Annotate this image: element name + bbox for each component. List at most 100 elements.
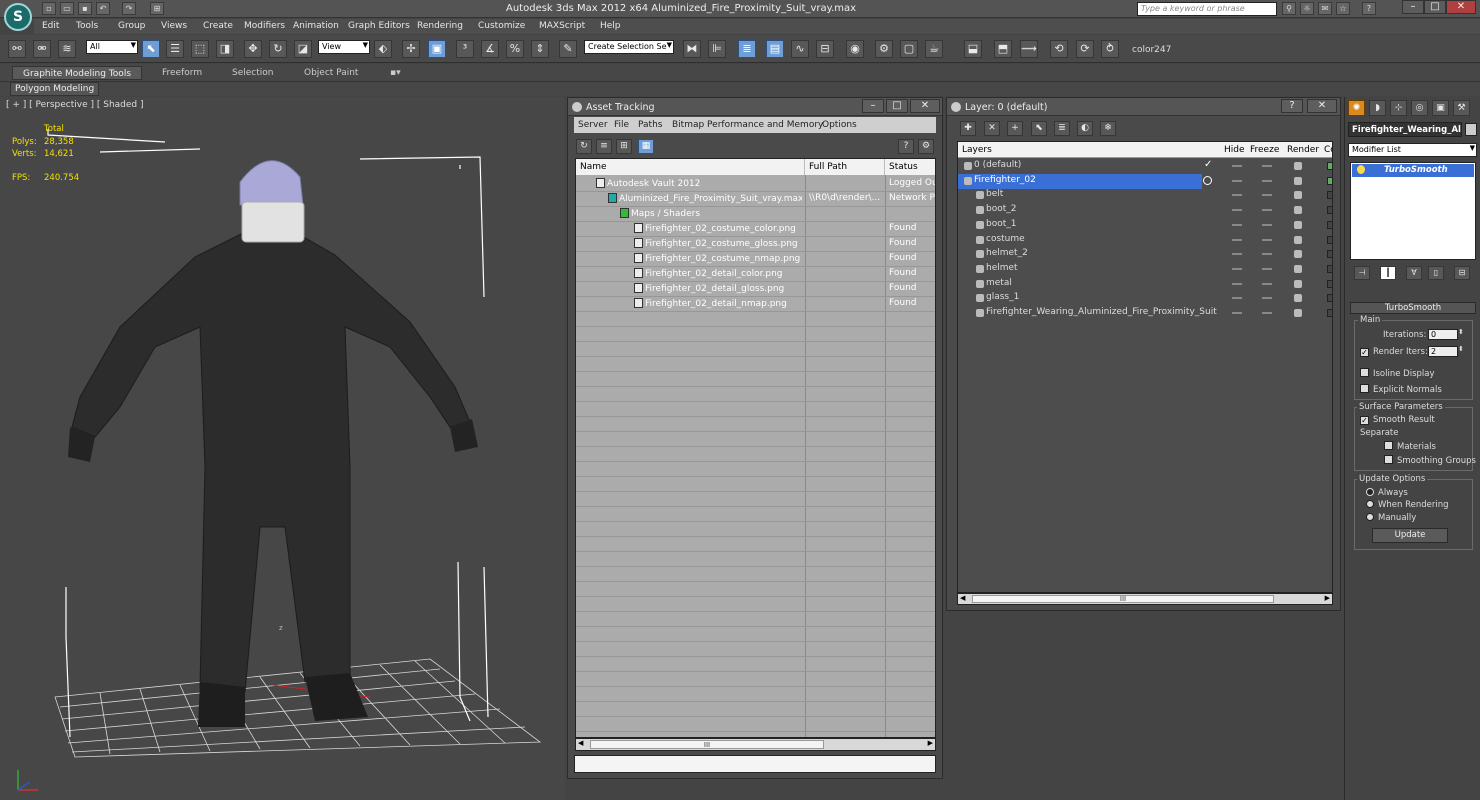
curve-editor-icon[interactable]: ∿ [791,40,809,58]
when-rendering-row[interactable]: When Rendering [1366,500,1449,510]
table-row[interactable]: Firefighter_02_costume_color.png Found [576,222,935,237]
menu-rendering[interactable]: Rendering [417,21,463,31]
iterations-spinner-arrows[interactable]: ⬍ [1458,328,1464,336]
plugin-tool-2-icon[interactable]: ⬒ [994,40,1012,58]
when-rendering-radio[interactable] [1366,500,1374,508]
project-folder-icon[interactable]: ⊞ [150,2,164,15]
layer-row[interactable]: helmet_2 [958,247,1332,262]
column-header-name[interactable]: Name [576,159,805,175]
scroll-left-icon[interactable]: ◀ [960,594,965,602]
at-menu-server[interactable]: Server [578,120,608,130]
smooth-result-row[interactable]: ✓ Smooth Result [1360,415,1435,425]
menu-maxscript[interactable]: MAXScript [539,21,585,31]
tab-graphite-modeling-tools[interactable]: Graphite Modeling Tools [12,66,143,80]
render-toggle[interactable] [1294,206,1302,215]
column-header-status[interactable]: Status [885,159,935,175]
render-iters-checkbox[interactable]: ✓ [1360,348,1369,357]
color-swatch[interactable] [1327,220,1332,229]
unlink-icon[interactable]: ⚮ [33,40,51,58]
modifier-stack[interactable]: TurboSmooth [1350,162,1476,260]
at-menu-file[interactable]: File [614,120,629,130]
rect-selection-icon[interactable]: ⬚ [191,40,209,58]
layer-row[interactable]: glass_1 [958,291,1332,306]
render-setup-icon[interactable]: ⚙ [875,40,893,58]
turbosmooth-rollout-header[interactable]: TurboSmooth [1350,302,1476,314]
minimize-icon[interactable]: – [862,99,884,113]
undo-icon[interactable]: ↶ [96,2,110,15]
freeze-toggle[interactable] [1262,282,1272,285]
render-iters-spinner-arrows[interactable]: ⬍ [1458,345,1464,353]
asset-path-field[interactable] [574,755,936,773]
table-row[interactable]: Autodesk Vault 2012 Logged Out [576,177,935,192]
layer-row[interactable]: boot_2 [958,203,1332,218]
viewport-label[interactable]: [ + ] [ Perspective ] [ Shaded ] [6,100,144,110]
freeze-all-icon[interactable]: ❄ [1100,121,1116,136]
asset-table-scrollbar[interactable]: ◀ III ▶ [575,738,936,751]
render-toggle[interactable] [1294,191,1302,200]
create-layer-icon[interactable]: ✚ [960,121,976,136]
table-view-icon[interactable]: ▦ [638,139,654,154]
plugin-tool-3-icon[interactable]: ⟿ [1020,40,1038,58]
isoline-row[interactable]: Isoline Display [1360,368,1435,379]
smoothing-groups-checkbox[interactable] [1384,455,1393,464]
layer-row[interactable]: Firefighter_Wearing_Aluminized_Fire_Prox… [958,306,1332,321]
close-icon[interactable]: ✕ [910,99,940,113]
table-row[interactable]: Firefighter_02_detail_gloss.png Found [576,282,935,297]
search-input[interactable]: Type a keyword or phrase [1137,2,1277,16]
layer-row[interactable]: Firefighter_02 [958,173,1202,189]
table-row[interactable]: Firefighter_02_detail_nmap.png Found [576,297,935,312]
vault-help-icon[interactable]: ? [898,139,914,154]
plugin-tool-5-icon[interactable]: ⟳ [1076,40,1094,58]
render-toggle[interactable] [1294,162,1302,170]
select-manipulate-icon[interactable]: ✢ [402,40,420,58]
object-name-field[interactable]: Firefighter_Wearing_Alu [1348,122,1462,137]
align-icon[interactable]: ⊫ [708,40,726,58]
keyboard-shortcut-icon[interactable]: ▣ [428,40,446,58]
isoline-checkbox[interactable] [1360,368,1369,377]
hide-toggle[interactable] [1232,179,1242,182]
layer-list-scrollbar[interactable]: ◀ III ▶ [957,593,1333,605]
table-row[interactable]: Firefighter_02_costume_nmap.png Found [576,252,935,267]
menu-create[interactable]: Create [203,21,233,31]
scroll-thumb[interactable]: III [972,595,1274,603]
materials-row[interactable]: Materials [1384,441,1436,452]
layer-list[interactable]: Layers Hide Freeze Render Col 0 (default… [957,141,1333,593]
save-icon[interactable]: ▪ [78,2,92,15]
snaps-toggle-icon[interactable]: ³ [456,40,474,58]
window-crossing-icon[interactable]: ◨ [216,40,234,58]
new-icon[interactable]: ▫ [42,2,56,15]
bind-spacewarp-icon[interactable]: ≋ [58,40,76,58]
close-icon[interactable]: ✕ [1446,0,1476,14]
modifier-stack-item[interactable]: TurboSmooth [1352,164,1474,177]
edit-named-selection-icon[interactable]: ✎ [559,40,577,58]
refresh-icon[interactable]: ↻ [576,139,592,154]
list-view-icon[interactable]: ≡ [596,139,612,154]
color-swatch[interactable] [1327,309,1332,317]
scale-icon[interactable]: ◪ [294,40,312,58]
layer-row[interactable]: boot_1 [958,218,1332,233]
hide-toggle[interactable] [1232,238,1242,241]
color-swatch[interactable] [1327,191,1332,200]
freeze-toggle[interactable] [1262,253,1272,256]
freeze-toggle[interactable] [1262,209,1272,212]
explicit-normals-row[interactable]: Explicit Normals [1360,384,1442,395]
vault-settings-icon[interactable]: ⚙ [918,139,934,154]
tab-selection[interactable]: Selection [222,66,283,80]
render-toggle[interactable] [1294,294,1302,303]
hide-toggle[interactable] [1232,282,1242,285]
render-iters-spinner[interactable]: 2 [1428,346,1458,357]
polygon-modeling-panel[interactable]: Polygon Modeling [10,82,100,96]
help-icon[interactable]: ? [1362,2,1376,15]
color-swatch[interactable] [1327,294,1332,303]
configure-sets-icon[interactable]: ⊟ [1454,266,1470,280]
scroll-left-icon[interactable]: ◀ [578,739,583,747]
color-swatch[interactable] [1327,264,1332,273]
color-swatch[interactable] [1327,206,1332,215]
move-icon[interactable]: ✥ [244,40,262,58]
open-icon[interactable]: ▭ [60,2,74,15]
named-selection-set-dropdown[interactable]: Create Selection Se ▼ [584,40,674,54]
motion-tab-icon[interactable]: ◎ [1411,100,1428,116]
table-row[interactable]: Maps / Shaders [576,207,935,222]
render-production-icon[interactable]: ☕ [925,40,943,58]
column-header-hide[interactable]: Hide [1220,142,1248,158]
